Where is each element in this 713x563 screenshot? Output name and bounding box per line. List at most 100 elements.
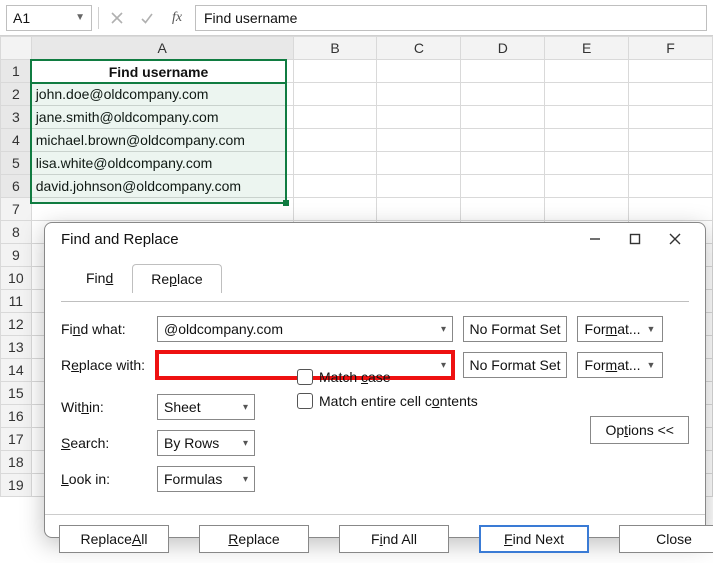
col-header-e[interactable]: E xyxy=(545,37,629,60)
cell[interactable] xyxy=(545,129,629,152)
within-select[interactable]: Sheet ▾ xyxy=(157,394,255,420)
col-header-a[interactable]: A xyxy=(31,37,293,60)
cell[interactable] xyxy=(293,198,377,221)
cell[interactable] xyxy=(377,106,461,129)
cell[interactable] xyxy=(629,152,713,175)
cell[interactable] xyxy=(377,198,461,221)
replace-button[interactable]: Replace xyxy=(199,525,309,553)
cell[interactable] xyxy=(629,129,713,152)
cell[interactable] xyxy=(545,60,629,83)
cell[interactable] xyxy=(377,83,461,106)
find-next-button[interactable]: Find Next xyxy=(479,525,589,553)
close-button[interactable]: Close xyxy=(619,525,713,553)
cell[interactable] xyxy=(629,60,713,83)
cell[interactable]: david.johnson@oldcompany.com xyxy=(31,175,293,198)
cell[interactable] xyxy=(293,175,377,198)
select-all-corner[interactable] xyxy=(1,37,32,60)
cell[interactable] xyxy=(293,83,377,106)
replace-all-button[interactable]: Replace All xyxy=(59,525,169,553)
cell[interactable] xyxy=(461,83,545,106)
replace-format-button[interactable]: Format...▼ xyxy=(577,352,663,378)
cell[interactable] xyxy=(545,152,629,175)
dialog-titlebar[interactable]: Find and Replace xyxy=(45,223,705,255)
cell[interactable] xyxy=(461,106,545,129)
formula-input-text: Find username xyxy=(204,10,297,26)
fx-icon[interactable]: fx xyxy=(165,6,189,30)
row-header[interactable]: 8 xyxy=(1,221,32,244)
options-button[interactable]: Options << xyxy=(590,416,689,444)
cell[interactable] xyxy=(545,106,629,129)
cell[interactable] xyxy=(293,129,377,152)
chevron-down-icon: ▼ xyxy=(647,324,656,334)
cell[interactable]: jane.smith@oldcompany.com xyxy=(31,106,293,129)
row-header[interactable]: 12 xyxy=(1,313,32,336)
cell[interactable] xyxy=(545,83,629,106)
cell[interactable] xyxy=(461,129,545,152)
cell[interactable] xyxy=(629,175,713,198)
tab-find[interactable]: Find xyxy=(67,263,132,292)
row-header[interactable]: 16 xyxy=(1,405,32,428)
col-header-f[interactable]: F xyxy=(629,37,713,60)
cell[interactable] xyxy=(293,152,377,175)
row-header[interactable]: 5 xyxy=(1,152,32,175)
chevron-down-icon: ▼ xyxy=(75,12,85,23)
maximize-button[interactable] xyxy=(615,223,655,255)
lookin-select[interactable]: Formulas ▾ xyxy=(157,466,255,492)
find-format-button[interactable]: Format...▼ xyxy=(577,316,663,342)
cell[interactable] xyxy=(461,60,545,83)
col-header-d[interactable]: D xyxy=(461,37,545,60)
cell[interactable] xyxy=(461,152,545,175)
cell[interactable] xyxy=(377,129,461,152)
cell[interactable] xyxy=(293,106,377,129)
cell[interactable] xyxy=(377,152,461,175)
row-header[interactable]: 2 xyxy=(1,83,32,106)
cell[interactable] xyxy=(629,106,713,129)
search-label: Search: xyxy=(61,435,147,451)
row-header[interactable]: 19 xyxy=(1,474,32,497)
cell[interactable] xyxy=(293,60,377,83)
cancel-icon[interactable] xyxy=(105,6,129,30)
row-header[interactable]: 11 xyxy=(1,290,32,313)
row-header[interactable]: 4 xyxy=(1,129,32,152)
row-header[interactable]: 7 xyxy=(1,198,32,221)
find-all-button[interactable]: Find All xyxy=(339,525,449,553)
minimize-button[interactable] xyxy=(575,223,615,255)
row-header[interactable]: 6 xyxy=(1,175,32,198)
cell[interactable] xyxy=(545,198,629,221)
row-header[interactable]: 1 xyxy=(1,60,32,83)
match-entire-checkbox[interactable]: Match entire cell contents xyxy=(297,393,478,409)
cell[interactable] xyxy=(377,175,461,198)
tab-replace[interactable]: Replace xyxy=(132,264,221,293)
enter-icon[interactable] xyxy=(135,6,159,30)
cell[interactable] xyxy=(377,60,461,83)
search-select[interactable]: By Rows ▾ xyxy=(157,430,255,456)
cell[interactable] xyxy=(629,83,713,106)
close-window-button[interactable] xyxy=(655,223,695,255)
cell[interactable]: lisa.white@oldcompany.com xyxy=(31,152,293,175)
match-entire-label: Match entire cell contents xyxy=(319,393,478,409)
row-header[interactable]: 9 xyxy=(1,244,32,267)
find-what-input[interactable]: @oldcompany.com ▾ xyxy=(157,316,453,342)
cell[interactable] xyxy=(31,198,293,221)
row-header[interactable]: 17 xyxy=(1,428,32,451)
row-header[interactable]: 18 xyxy=(1,451,32,474)
row-header[interactable]: 13 xyxy=(1,336,32,359)
cell[interactable]: michael.brown@oldcompany.com xyxy=(31,129,293,152)
col-header-c[interactable]: C xyxy=(377,37,461,60)
row-header[interactable]: 15 xyxy=(1,382,32,405)
row-header[interactable]: 10 xyxy=(1,267,32,290)
row-header[interactable]: 14 xyxy=(1,359,32,382)
cell[interactable] xyxy=(461,175,545,198)
cell[interactable]: Find username xyxy=(31,60,293,83)
cell[interactable] xyxy=(461,198,545,221)
match-case-checkbox[interactable]: Match case xyxy=(297,369,478,385)
cell[interactable] xyxy=(545,175,629,198)
formula-input[interactable]: Find username xyxy=(195,5,707,31)
name-box[interactable]: A1 ▼ xyxy=(6,5,92,31)
row-header[interactable]: 3 xyxy=(1,106,32,129)
cell[interactable]: john.doe@oldcompany.com xyxy=(31,83,293,106)
cell[interactable] xyxy=(629,198,713,221)
chevron-down-icon: ▾ xyxy=(243,438,248,449)
col-header-b[interactable]: B xyxy=(293,37,377,60)
find-format-preview: No Format Set xyxy=(463,316,567,342)
